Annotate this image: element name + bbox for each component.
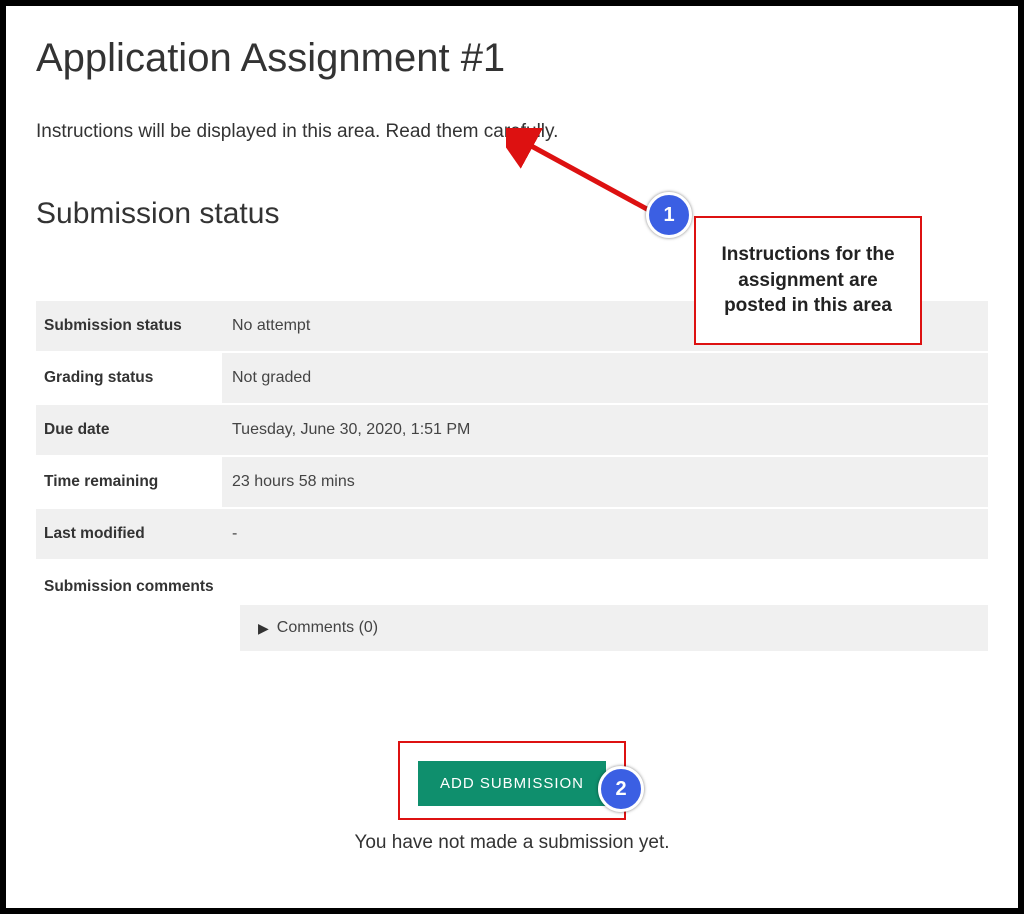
label-submission-status: Submission status — [36, 301, 222, 351]
annotation-badge-2: 2 — [598, 766, 644, 812]
value-last-modified: - — [222, 509, 988, 559]
comments-count-text: Comments (0) — [277, 619, 378, 637]
label-grading-status: Grading status — [36, 353, 222, 403]
value-due-date: Tuesday, June 30, 2020, 1:51 PM — [222, 405, 988, 455]
label-submission-comments: Submission comments — [36, 561, 240, 651]
submission-status-table: Submission status No attempt Grading sta… — [36, 301, 988, 651]
label-last-modified: Last modified — [36, 509, 222, 559]
label-due-date: Due date — [36, 405, 222, 455]
annotation-callout-1: Instructions for the assignment are post… — [694, 216, 922, 345]
annotation-badge-1: 1 — [646, 192, 692, 238]
row-submission-comments: Submission comments ▶ Comments (0) — [36, 561, 988, 651]
comments-toggle[interactable]: ▶ Comments (0) — [240, 605, 988, 651]
chevron-right-icon: ▶ — [258, 620, 269, 637]
value-grading-status: Not graded — [222, 353, 988, 403]
annotation-box-2: ADD SUBMISSION — [398, 741, 626, 820]
no-submission-text: You have not made a submission yet. — [354, 832, 669, 854]
label-time-remaining: Time remaining — [36, 457, 222, 507]
add-submission-button[interactable]: ADD SUBMISSION — [418, 761, 606, 806]
value-time-remaining: 23 hours 58 mins — [222, 457, 988, 507]
row-last-modified: Last modified - — [36, 509, 988, 561]
page-title: Application Assignment #1 — [36, 36, 988, 81]
row-due-date: Due date Tuesday, June 30, 2020, 1:51 PM — [36, 405, 988, 457]
row-grading-status: Grading status Not graded — [36, 353, 988, 405]
instructions-text: Instructions will be displayed in this a… — [36, 121, 988, 143]
row-time-remaining: Time remaining 23 hours 58 mins — [36, 457, 988, 509]
